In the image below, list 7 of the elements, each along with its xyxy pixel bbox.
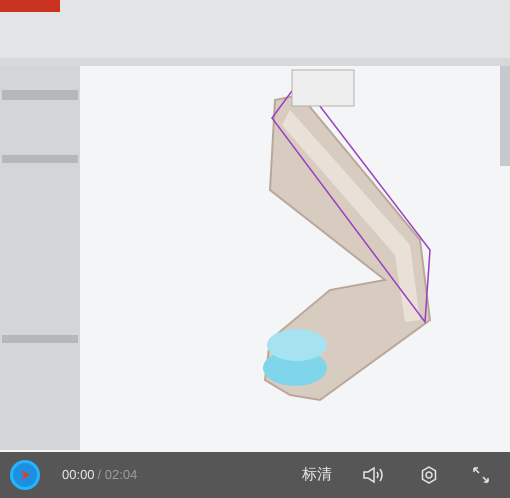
play-button[interactable] bbox=[10, 460, 40, 490]
settings-icon[interactable] bbox=[420, 466, 438, 484]
play-icon bbox=[18, 468, 32, 482]
quality-button[interactable]: 标清 bbox=[302, 464, 332, 486]
duration: / 02:04 bbox=[98, 466, 138, 484]
fullscreen-icon[interactable] bbox=[472, 466, 490, 484]
current-time: 00:00 bbox=[62, 466, 95, 484]
